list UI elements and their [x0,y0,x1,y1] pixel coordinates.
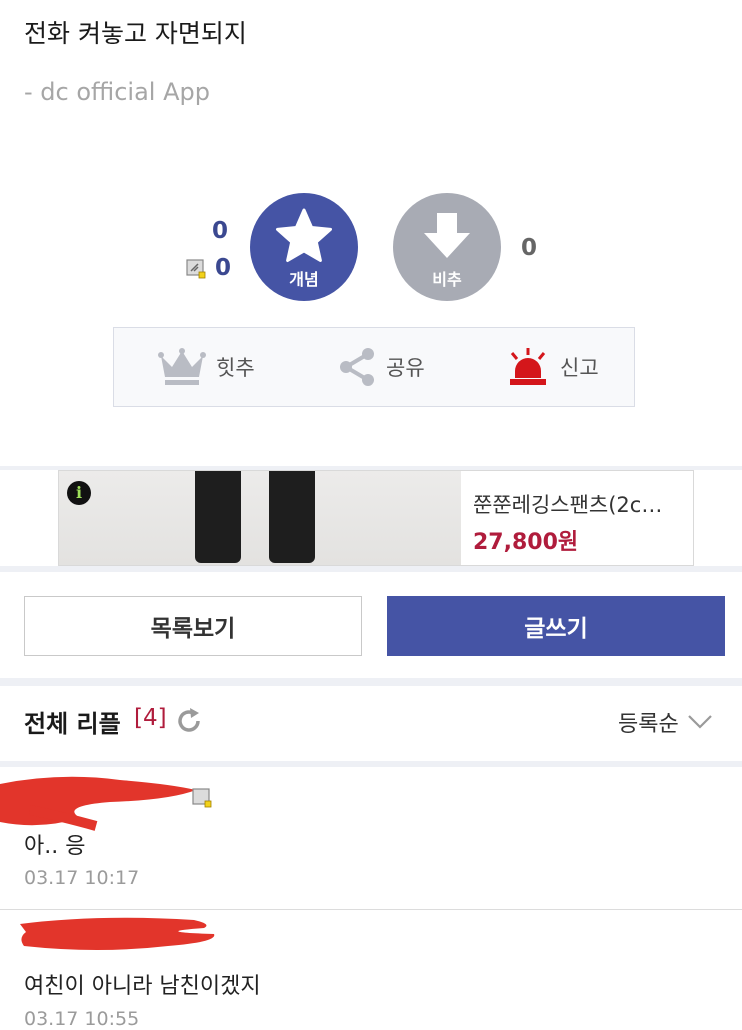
comment-divider [0,909,742,910]
comment-timestamp: 03.17 10:17 [24,867,140,889]
redacted-nickname [20,917,215,950]
sort-dropdown[interactable]: 등록순 [618,706,713,738]
comments-count: [4] [134,705,167,731]
product-image-leg [269,471,315,563]
product-image: i [59,471,461,565]
upvote-label: 개념 [289,270,319,289]
fixed-member-icon [192,788,212,808]
hit-recommend-label: 힛추 [216,356,255,380]
refresh-icon[interactable] [174,706,204,736]
report-button[interactable]: 신고 [506,328,599,406]
comments-heading: 전체 리플 [24,710,121,738]
comment-timestamp: 03.17 10:55 [24,1008,140,1030]
report-label: 신고 [560,356,599,380]
list-view-button[interactable]: 목록보기 [24,596,362,656]
upvote-count: 0 [211,218,228,244]
downvote-button[interactable]: 비추 [393,193,501,301]
post-action-bar: 힛추 공유 신고 [113,327,635,407]
ad-info-icon[interactable]: i [67,481,91,505]
write-post-button[interactable]: 글쓰기 [387,596,725,656]
ad-product-price: 27,800원 [473,530,579,555]
star-icon [276,208,332,262]
share-label: 공유 [386,356,425,380]
redacted-nickname [0,776,196,831]
arrow-down-icon [424,213,470,258]
share-icon [340,348,374,386]
product-ad[interactable]: i 쭌쭌레깅스팬츠(2c… 27,800원 [58,470,694,566]
ad-product-name: 쭌쭌레깅스팬츠(2c… [473,493,663,517]
comments-divider-band [0,678,742,686]
sort-label: 등록순 [618,712,679,737]
upvote-button[interactable]: 개념 [250,193,358,301]
fixed-member-icon [186,259,206,279]
chevron-down-icon [687,715,712,729]
crown-icon [158,348,206,385]
siren-icon [510,348,546,385]
share-button[interactable]: 공유 [338,328,425,406]
comment-text: 아.. 응 [24,834,86,859]
post-title: 전화 켜놓고 자면되지 [24,19,247,48]
downvote-label: 비추 [432,270,462,289]
hit-recommend-button[interactable]: 힛추 [158,328,255,406]
comments-list-top [0,761,742,767]
fixed-upvote-count: 0 [214,255,231,281]
comment-text: 여친이 아니라 남친이겠지 [24,974,261,999]
ad-band-bottom [0,566,742,572]
downvote-count: 0 [520,235,537,261]
product-image-leg [195,471,241,563]
app-signature: - dc official App [24,78,210,106]
